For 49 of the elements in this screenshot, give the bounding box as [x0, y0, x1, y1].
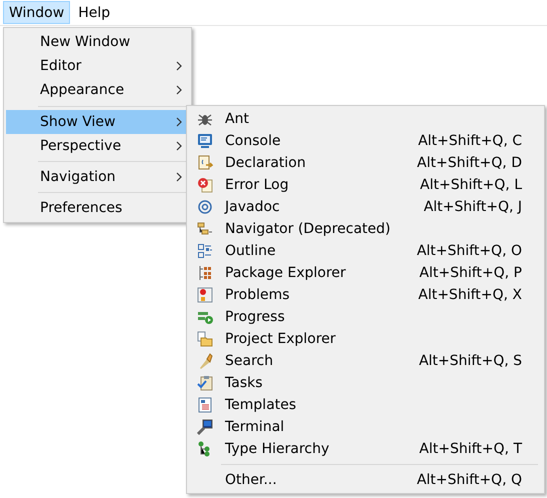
menu-item[interactable]: Help — [72, 1, 116, 24]
menu-item[interactable]: Progress — [189, 306, 542, 328]
folder-icon — [197, 331, 213, 347]
shortcut-label: Alt+Shift+Q, T — [419, 441, 522, 457]
menu-item[interactable]: Javadoc Alt+Shift+Q, J — [189, 196, 542, 218]
menu-item[interactable]: Other... Alt+Shift+Q, Q — [189, 469, 542, 491]
menu-item[interactable]: Console Alt+Shift+Q, C — [189, 130, 542, 152]
shortcut-label: Alt+Shift+Q, C — [418, 133, 522, 149]
menu-item[interactable]: Preferences — [6, 196, 189, 220]
menu-item[interactable]: Ant — [189, 108, 542, 130]
menu-item[interactable]: Editor — [6, 54, 189, 78]
clipboard-check-icon — [197, 375, 213, 391]
menu-item[interactable]: Show View — [6, 110, 189, 134]
shortcut-label: Alt+Shift+Q, O — [416, 243, 522, 259]
shortcut-label: Alt+Shift+Q, S — [418, 353, 522, 369]
menu-item[interactable]: Navigation — [6, 165, 189, 189]
problems-icon — [197, 287, 213, 303]
shortcut-label: Alt+Shift+Q, L — [420, 177, 522, 193]
menu-item[interactable]: Templates — [189, 394, 542, 416]
menu-item[interactable]: Outline Alt+Shift+Q, O — [189, 240, 542, 262]
menu-item[interactable]: Navigator (Deprecated) — [189, 218, 542, 240]
error-icon — [197, 177, 213, 193]
outline-icon — [197, 243, 213, 259]
shortcut-label: Alt+Shift+Q, D — [417, 155, 522, 171]
menu-item[interactable]: Package Explorer Alt+Shift+Q, P — [189, 262, 542, 284]
folder-tree-icon — [197, 221, 213, 237]
package-icon — [197, 265, 213, 281]
document-arrow-icon — [197, 155, 213, 171]
menu-item[interactable]: New Window — [6, 30, 189, 54]
menu-item[interactable]: Perspective — [6, 134, 189, 158]
flashlight-icon — [197, 353, 213, 369]
menu-item[interactable]: Search Alt+Shift+Q, S — [189, 350, 542, 372]
terminal-icon — [197, 419, 213, 435]
monitor-icon — [197, 133, 213, 149]
progress-icon — [197, 309, 213, 325]
shortcut-label: Alt+Shift+Q, Q — [416, 472, 522, 488]
shortcut-label: Alt+Shift+Q, P — [419, 265, 522, 281]
shortcut-label: Alt+Shift+Q, X — [418, 287, 522, 303]
menu-item[interactable]: Problems Alt+Shift+Q, X — [189, 284, 542, 306]
menu-item[interactable]: Window — [3, 1, 70, 24]
menu-item[interactable]: Declaration Alt+Shift+Q, D — [189, 152, 542, 174]
menu-item[interactable]: Project Explorer — [189, 328, 542, 350]
shortcut-label: Alt+Shift+Q, J — [424, 199, 522, 215]
template-icon — [197, 397, 213, 413]
menu-item[interactable]: Appearance — [6, 78, 189, 102]
menu-item[interactable]: Terminal — [189, 416, 542, 438]
menu-item[interactable]: Error Log Alt+Shift+Q, L — [189, 174, 542, 196]
menu-item[interactable]: Type Hierarchy Alt+Shift+Q, T — [189, 438, 542, 460]
menu-item[interactable]: Tasks — [189, 372, 542, 394]
